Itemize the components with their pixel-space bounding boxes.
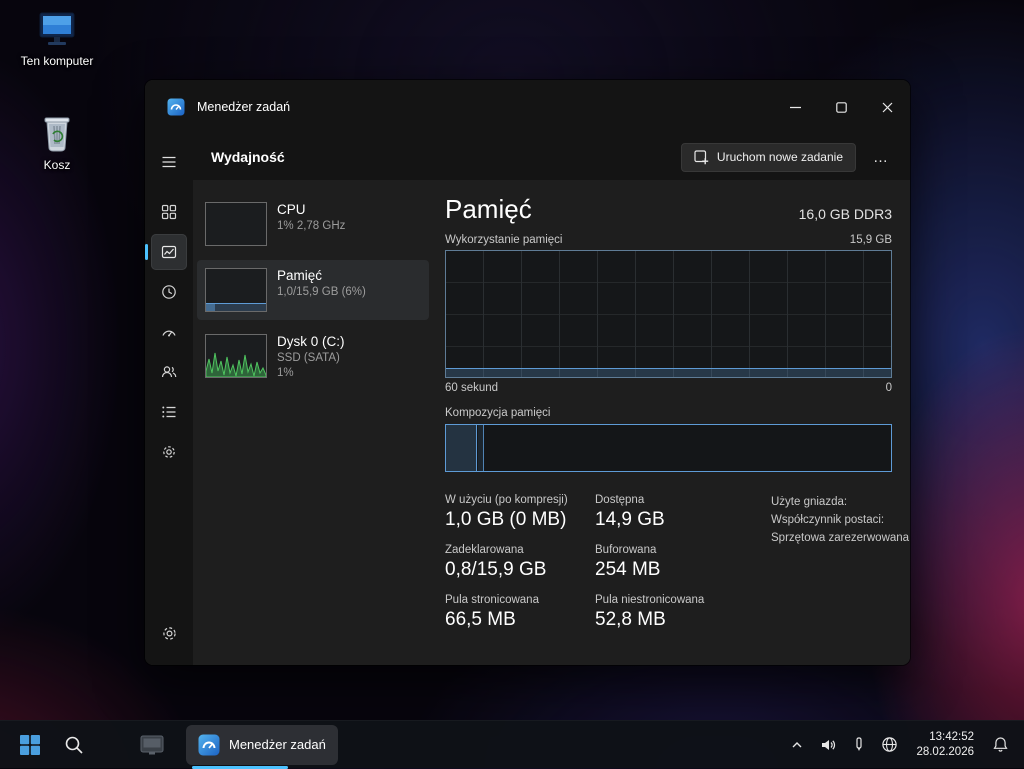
perf-item-memory[interactable]: Pamięć 1,0/15,9 GB (6%) xyxy=(197,260,429,320)
minimize-button[interactable] xyxy=(772,80,818,134)
pinned-app-icon[interactable] xyxy=(132,725,172,765)
volume-icon[interactable] xyxy=(815,727,842,763)
usage-chart-max: 15,9 GB xyxy=(850,234,892,246)
close-button[interactable] xyxy=(864,80,910,134)
notifications-bell-icon[interactable] xyxy=(987,727,1014,763)
stat-committed: Zadeklarowana 0,8/15,9 GB xyxy=(445,544,595,581)
desktop-icon-recycle-bin[interactable]: Kosz xyxy=(17,112,97,173)
window-title: Menedżer zadań xyxy=(197,100,290,114)
task-manager-taskbar-icon xyxy=(198,734,220,756)
perf-item-name: Pamięć xyxy=(277,268,366,285)
stat-cached: Buforowana 254 MB xyxy=(595,544,735,581)
perf-item-detail: 1,0/15,9 GB (6%) xyxy=(277,285,366,300)
disk-mini-graph xyxy=(205,334,267,378)
run-new-task-button[interactable]: Uruchom nowe zadanie xyxy=(681,143,856,172)
stat-available: Dostępna 14,9 GB xyxy=(595,494,735,531)
start-button[interactable] xyxy=(10,725,50,765)
network-globe-icon[interactable] xyxy=(876,727,903,763)
taskbar-clock[interactable]: 13:42:52 28.02.2026 xyxy=(909,730,981,760)
perf-item-detail: 1% 2,78 GHz xyxy=(277,219,345,234)
system-tray: 13:42:52 28.02.2026 xyxy=(785,727,1014,763)
memory-panel: Pamięć 16,0 GB DDR3 Wykorzystanie pamięc… xyxy=(433,180,910,665)
settings-button[interactable] xyxy=(151,615,187,651)
details-tab-icon[interactable] xyxy=(151,394,187,430)
desktop: { "desktop": { "icons": [ { "label": "Te… xyxy=(0,0,1024,768)
composition-modified-segment xyxy=(478,425,484,471)
this-pc-monitor-icon xyxy=(35,10,79,50)
stat-in-use: W użyciu (po kompresji) 1,0 GB (0 MB) xyxy=(445,494,595,531)
composition-label: Kompozycja pamięci xyxy=(445,407,892,419)
stat-non-paged-pool: Pula niestronicowana 52,8 MB xyxy=(595,594,735,631)
memory-mini-graph xyxy=(205,268,267,312)
more-options-button[interactable]: … xyxy=(866,143,896,171)
navigation-rail xyxy=(145,134,193,665)
perf-item-detail2: 1% xyxy=(277,366,345,381)
chart-time-start: 60 sekund xyxy=(445,382,498,394)
chart-time-end: 0 xyxy=(886,382,892,394)
perf-item-cpu[interactable]: CPU 1% 2,78 GHz xyxy=(197,194,429,254)
stat-paged-pool: Pula stronicowana 66,5 MB xyxy=(445,594,595,631)
perf-item-disk[interactable]: Dysk 0 (C:) SSD (SATA) 1% xyxy=(197,326,429,389)
app-history-tab-icon[interactable] xyxy=(151,274,187,310)
perf-item-name: Dysk 0 (C:) xyxy=(277,334,345,351)
services-tab-icon[interactable] xyxy=(151,434,187,470)
cpu-mini-graph xyxy=(205,202,267,246)
hamburger-menu-button[interactable] xyxy=(151,144,187,180)
page-title: Wydajność xyxy=(211,149,285,165)
desktop-icon-label: Ten komputer xyxy=(21,55,94,69)
desktop-icon-this-pc[interactable]: Ten komputer xyxy=(17,10,97,69)
task-manager-app-icon xyxy=(167,98,185,116)
window-titlebar[interactable]: Menedżer zadań xyxy=(145,80,910,134)
memory-composition-bar xyxy=(445,424,892,472)
taskbar: Menedżer zadań 13:42:52 28.02.2026 xyxy=(0,720,1024,768)
taskbar-item-label: Menedżer zadań xyxy=(229,737,326,752)
desktop-icon-label: Kosz xyxy=(44,159,71,173)
clock-time: 13:42:52 xyxy=(929,730,974,745)
memory-usage-area xyxy=(446,368,891,377)
taskbar-item-task-manager[interactable]: Menedżer zadań xyxy=(186,725,338,765)
pen-icon[interactable] xyxy=(848,727,870,763)
memory-title: Pamięć xyxy=(445,194,532,225)
startup-apps-tab-icon[interactable] xyxy=(151,314,187,350)
maximize-button[interactable] xyxy=(818,80,864,134)
new-task-icon xyxy=(694,150,709,165)
perf-item-name: CPU xyxy=(277,202,345,219)
performance-tab-icon[interactable] xyxy=(151,234,187,270)
usage-chart-label: Wykorzystanie pamięci xyxy=(445,234,563,246)
memory-hardware-details: Użyte gniazda: 2 z 2 Współczynnik postac… xyxy=(771,496,910,631)
memory-capacity: 16,0 GB DDR3 xyxy=(799,206,892,225)
performance-list: CPU 1% 2,78 GHz Pamięć 1,0/15,9 GB (6%) xyxy=(193,180,433,665)
run-new-task-label: Uruchom nowe zadanie xyxy=(717,150,843,164)
users-tab-icon[interactable] xyxy=(151,354,187,390)
recycle-bin-icon xyxy=(37,112,77,154)
running-indicator xyxy=(192,766,288,769)
clock-date: 28.02.2026 xyxy=(916,745,974,760)
composition-in-use-segment xyxy=(446,425,477,471)
processes-tab-icon[interactable] xyxy=(151,194,187,230)
memory-stats: W użyciu (po kompresji) 1,0 GB (0 MB) Do… xyxy=(445,494,735,631)
perf-item-detail: SSD (SATA) xyxy=(277,351,345,366)
memory-usage-chart xyxy=(445,250,892,378)
task-manager-window: Menedżer zadań xyxy=(145,80,910,665)
page-header: Wydajność Uruchom nowe zadanie … xyxy=(193,134,910,180)
tray-chevron-up-icon[interactable] xyxy=(785,727,809,763)
search-button[interactable] xyxy=(54,725,94,765)
